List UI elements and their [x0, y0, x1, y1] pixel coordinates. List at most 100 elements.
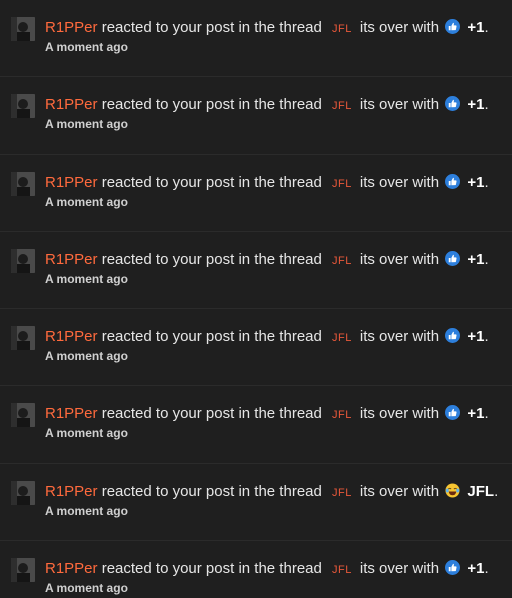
notification-text: R1PPer reacted to your post in the threa… — [45, 482, 498, 503]
thread-title-link[interactable]: its over — [360, 174, 408, 191]
avatar-image — [11, 558, 35, 583]
username-link[interactable]: R1PPer — [45, 96, 98, 113]
avatar[interactable] — [11, 171, 35, 196]
notification-item[interactable]: R1PPer reacted to your post in the threa… — [0, 541, 512, 598]
notification-text: R1PPer reacted to your post in the threa… — [45, 404, 489, 425]
notification-message: reacted to your post in the thread — [101, 19, 322, 36]
timestamp[interactable]: A moment ago — [45, 349, 128, 363]
reaction-label: +1 — [467, 96, 485, 114]
with-text: with — [412, 19, 440, 36]
reaction-label: +1 — [467, 173, 485, 191]
thread-title-link[interactable]: its over — [360, 483, 408, 500]
like-icon — [445, 19, 461, 34]
notification-text: R1PPer reacted to your post in the threa… — [45, 327, 489, 348]
username-link[interactable]: R1PPer — [45, 405, 98, 422]
with-text: with — [412, 173, 440, 191]
notification-text: R1PPer reacted to your post in the threa… — [45, 559, 489, 580]
with-text: with — [412, 96, 440, 114]
like-icon — [445, 173, 461, 189]
thread-prefix-tag[interactable]: JFL — [332, 100, 352, 112]
avatar-image — [11, 480, 35, 505]
thread-title-link[interactable]: its over — [360, 96, 408, 113]
notification-text: R1PPer reacted to your post in the threa… — [45, 95, 489, 116]
thread-prefix-tag[interactable]: JFL — [332, 23, 352, 35]
sentence-end: . — [484, 96, 489, 114]
notification-item[interactable]: R1PPer reacted to your post in the threa… — [0, 77, 512, 155]
notification-message: reacted to your post in the thread — [101, 482, 322, 500]
notification-item[interactable]: R1PPer reacted to your post in the threa… — [0, 386, 512, 464]
thread-title-link[interactable]: its over — [360, 251, 408, 268]
avatar[interactable] — [11, 558, 35, 583]
avatar[interactable] — [11, 326, 35, 351]
avatar[interactable] — [11, 94, 35, 119]
notification-message: reacted to your post in the thread — [101, 405, 322, 423]
reaction-label: +1 — [467, 328, 485, 346]
notification-item[interactable]: R1PPer reacted to your post in the threa… — [0, 155, 512, 232]
sentence-end: . — [484, 328, 489, 346]
thread-prefix-tag[interactable]: JFL — [332, 178, 352, 190]
thread-title-link[interactable]: its over — [360, 405, 408, 422]
notification-item[interactable]: R1PPer reacted to your post in the threa… — [0, 464, 512, 542]
username-link[interactable]: R1PPer — [45, 19, 98, 36]
avatar-image — [11, 171, 35, 196]
with-text: with — [412, 560, 440, 578]
thread-prefix-tag[interactable]: JFL — [332, 564, 352, 576]
like-icon — [445, 328, 461, 344]
laughing-crying-emoji-icon — [445, 483, 460, 498]
reaction-label: JFL — [467, 482, 495, 500]
thread-title-link[interactable]: its over — [360, 560, 408, 577]
sentence-end: . — [484, 173, 489, 191]
sentence-end: . — [484, 19, 489, 36]
reaction-label: +1 — [467, 405, 485, 423]
avatar-image — [11, 248, 35, 273]
thread-title-link[interactable]: its over — [360, 328, 408, 345]
username-link[interactable]: R1PPer — [45, 560, 98, 577]
avatar[interactable] — [11, 17, 35, 41]
avatar[interactable] — [11, 403, 35, 428]
avatar-image — [11, 403, 35, 428]
notification-message: reacted to your post in the thread — [101, 560, 322, 578]
thread-prefix-tag[interactable]: JFL — [332, 409, 352, 421]
with-text: with — [412, 482, 440, 500]
thread-prefix-tag[interactable]: JFL — [332, 255, 352, 267]
like-icon — [445, 560, 461, 576]
notification-message: reacted to your post in the thread — [101, 328, 322, 346]
reaction-label: +1 — [467, 560, 485, 578]
with-text: with — [412, 328, 440, 346]
timestamp[interactable]: A moment ago — [45, 117, 128, 131]
timestamp[interactable]: A moment ago — [45, 272, 128, 286]
avatar[interactable] — [11, 480, 35, 505]
notification-text: R1PPer reacted to your post in the threa… — [45, 173, 489, 194]
notification-item[interactable]: R1PPer reacted to your post in the threa… — [0, 309, 512, 387]
timestamp[interactable]: A moment ago — [45, 40, 128, 54]
sentence-end: . — [484, 560, 489, 578]
like-icon — [445, 96, 461, 112]
sentence-end: . — [494, 482, 499, 500]
timestamp[interactable]: A moment ago — [45, 426, 128, 440]
username-link[interactable]: R1PPer — [45, 328, 98, 345]
notification-message: reacted to your post in the thread — [101, 96, 322, 114]
reaction-label: +1 — [467, 250, 485, 268]
sentence-end: . — [484, 405, 489, 423]
username-link[interactable]: R1PPer — [45, 174, 98, 191]
avatar-image — [11, 326, 35, 351]
notification-text: R1PPer reacted to your post in the threa… — [45, 18, 489, 39]
notification-item[interactable]: R1PPer reacted to your post in the threa… — [0, 0, 512, 78]
thread-prefix-tag[interactable]: JFL — [332, 332, 352, 344]
like-icon — [445, 250, 461, 266]
with-text: with — [412, 250, 440, 268]
timestamp[interactable]: A moment ago — [45, 504, 128, 518]
notification-message: reacted to your post in the thread — [101, 173, 322, 191]
timestamp[interactable]: A moment ago — [45, 195, 128, 209]
thread-prefix-tag[interactable]: JFL — [332, 487, 352, 499]
username-link[interactable]: R1PPer — [45, 251, 98, 268]
notification-item[interactable]: R1PPer reacted to your post in the threa… — [0, 232, 512, 310]
notification-text: R1PPer reacted to your post in the threa… — [45, 250, 489, 271]
reaction-label: +1 — [467, 19, 485, 36]
username-link[interactable]: R1PPer — [45, 483, 98, 500]
avatar[interactable] — [11, 248, 35, 273]
avatar-image — [11, 94, 35, 119]
timestamp[interactable]: A moment ago — [45, 581, 128, 595]
notification-list: R1PPer reacted to your post in the threa… — [0, 0, 512, 598]
thread-title-link[interactable]: its over — [360, 19, 408, 36]
